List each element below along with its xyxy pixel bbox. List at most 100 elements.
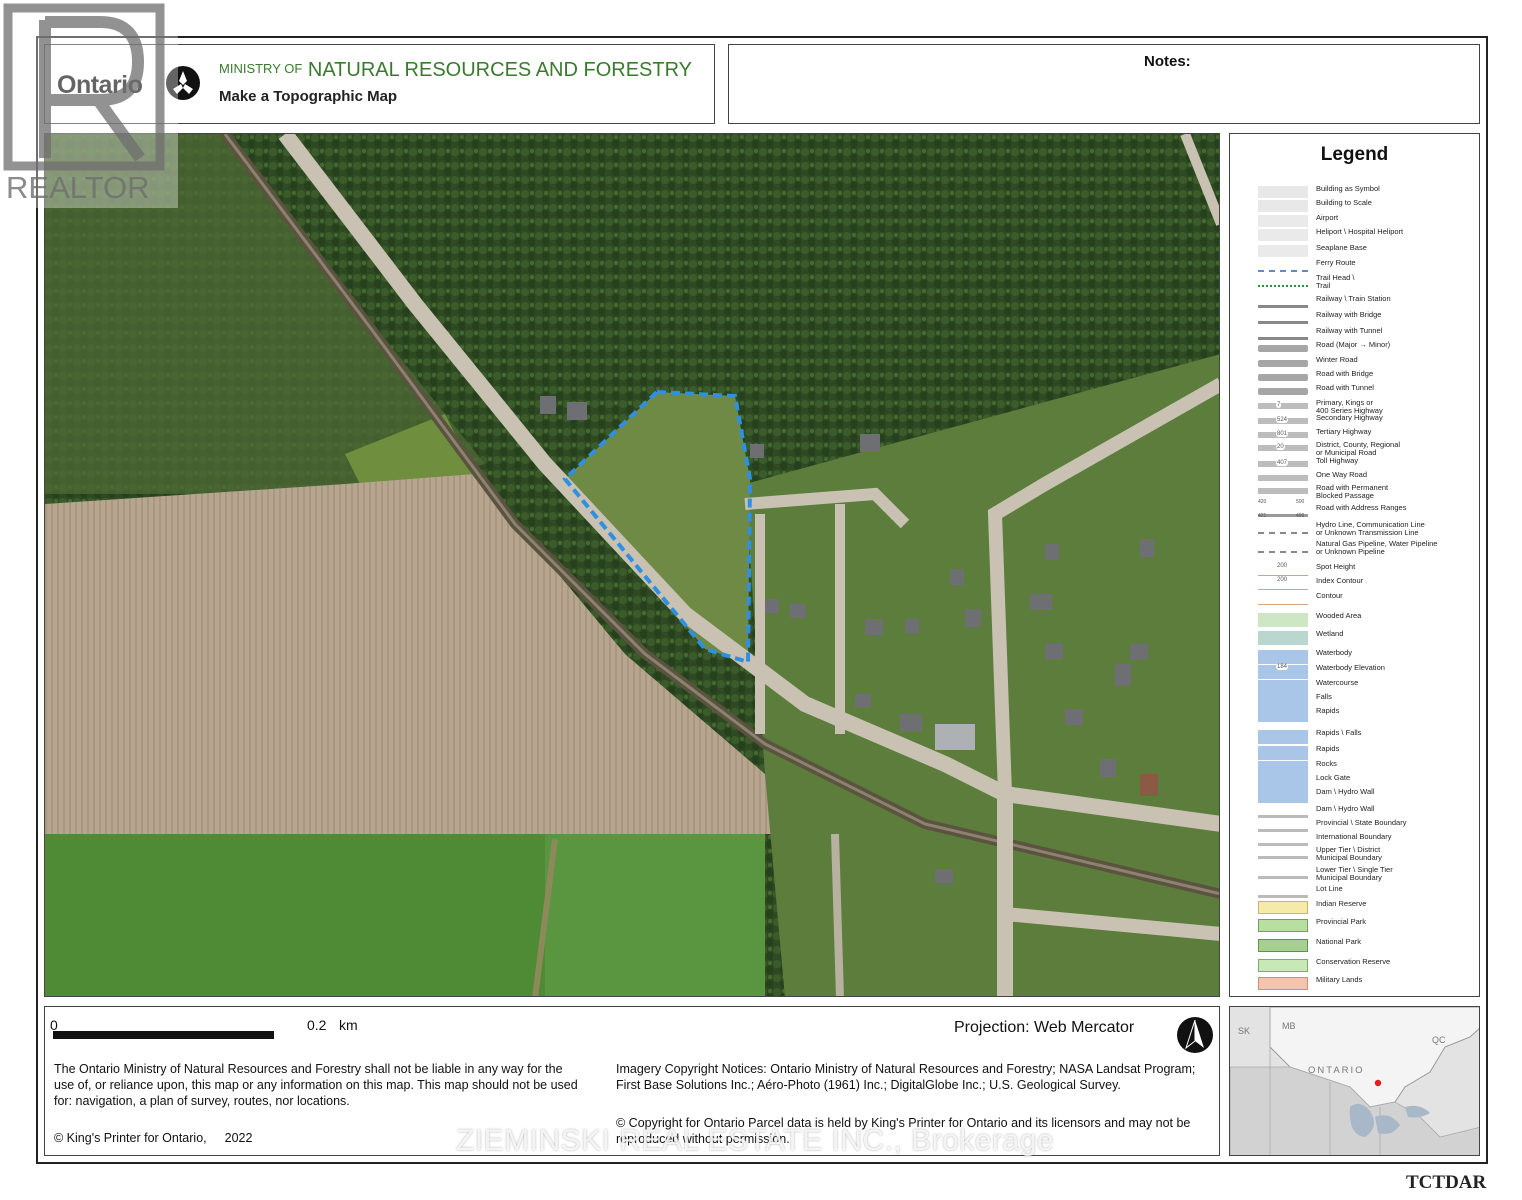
legend-label: Ferry Route [1316,258,1356,267]
imagery-notice: Imagery Copyright Notices: Ontario Minis… [616,1062,1196,1092]
legend-item: Building to Scale [1258,199,1473,214]
legend-item: 184 Waterbody Elevation [1258,664,1473,679]
legend-item: Railway with Bridge [1258,310,1473,326]
copyright-year: 2022 [224,1131,253,1145]
legend-symbol-icon [1258,746,1308,760]
legend-label: Lock Gate [1316,773,1351,782]
legend-label: Wetland [1316,629,1344,638]
legend-symbol-icon: 407 [1258,460,1308,467]
legend-label: Watercourse [1316,678,1359,687]
legend-symbol-icon [1258,886,1308,898]
realtor-text: REALTOR [6,170,150,205]
legend-symbol-icon [1258,388,1308,395]
legend-item: Wetland [1258,629,1473,645]
legend-label: Road with Tunnel [1316,383,1374,392]
legend-label: Waterbody [1316,648,1352,657]
legend-symbol-icon [1258,730,1308,744]
aerial-map[interactable] [44,133,1220,997]
legend-symbol-icon [1258,806,1308,818]
legend-item: Rocks [1258,760,1473,775]
legend-symbol-icon [1258,867,1308,879]
ministry-title: NATURAL RESOURCES AND FORESTRY [307,59,693,81]
legend-item: Lot Line [1258,884,1473,900]
page-title: Make a Topographic Map [219,88,398,105]
legend-symbol-icon: 524 [1258,417,1308,424]
ministry-prefix: MINISTRY OF [219,61,303,76]
legend-symbol-label: 801 [1276,431,1289,437]
legend-item: Wooded Area [1258,612,1473,627]
legend-item: Railway \ Train Station [1258,294,1473,310]
legend-item: Hydro Line, Communication Line or Unknow… [1258,521,1473,537]
location-marker [1374,1079,1382,1087]
locator-map[interactable]: SK MB QC ONTARIO [1229,1006,1480,1156]
mb-label: MB [1282,1021,1296,1031]
legend-item: Falls [1258,692,1473,708]
legend-symbol-icon [1258,650,1308,664]
legend-symbol-icon [1258,541,1308,553]
legend-label: Provincial \ State Boundary [1316,818,1407,827]
legend-symbol-icon [1258,488,1308,494]
legend-symbol-icon [1258,708,1308,722]
legend-symbol-icon: 200 [1258,563,1308,576]
legend-label: Index Contour [1316,576,1364,585]
legend-item: Trail Head \ Trail [1258,274,1473,290]
legend-label: Rapids \ Falls [1316,728,1362,737]
legend-symbol-icon [1258,680,1308,694]
legend-label: Railway \ Train Station [1316,294,1391,303]
legend-label: Upper Tier \ District Municipal Boundary [1316,845,1382,862]
legend-symbol-label: 184 [1276,664,1289,670]
legend-symbol-icon [1258,229,1308,241]
locator-map-graphic: SK MB QC ONTARIO [1230,1007,1479,1155]
legend-symbol-icon [1258,919,1308,932]
legend-item: 20 District, County, Regional or Municipa… [1258,441,1473,457]
legend-address-range: 420 [1258,499,1267,505]
aerial-imagery [45,134,1219,996]
legend-label: Provincial Park [1316,917,1367,926]
legend-item: 200 Index Contour [1258,576,1473,592]
legend-title: Legend [1320,144,1389,165]
brokerage-watermark: ZIEMINSKI REAL ESTATE INC., Brokerage [456,1124,1055,1157]
scale-end: 0.2 [307,1017,327,1033]
legend-item: 420 500 421 499 Road with Address Ranges [1258,499,1473,519]
legend-item: Waterbody [1258,648,1473,664]
legend-symbol-icon [1258,245,1308,257]
legend-item: Provincial Park [1258,917,1473,933]
legend-address-range: 500 [1296,499,1305,505]
legend-symbol-icon [1258,200,1308,212]
legend-label: Contour [1316,591,1343,600]
legend-label: Falls [1316,692,1332,701]
projection-label: Projection: Web Mercator [954,1019,1135,1036]
legend-label: Building as Symbol [1316,184,1380,193]
legend-item: 200 Spot Height [1258,563,1473,578]
legend-item: Ferry Route [1258,258,1473,274]
legend-symbol-icon [1258,260,1308,272]
legend-panel: Legend Building as Symbol Building to Sca… [1229,133,1480,997]
north-arrow-icon [1177,1017,1213,1053]
legend-symbol-icon [1258,328,1308,340]
realtor-watermark: REALTOR [0,0,178,208]
legend-item: Road with Permanent Blocked Passage [1258,484,1473,500]
legend-item: Heliport \ Hospital Heliport [1258,228,1473,243]
legend-label: Winter Road [1316,355,1358,364]
legend-symbol-icon [1258,901,1308,914]
legend-symbol-label: 7 [1276,402,1282,408]
legend-symbol-icon [1258,345,1308,352]
legend-item: National Park [1258,938,1473,953]
legend-symbol-icon: 420 500 421 499 [1258,499,1308,519]
notes-box[interactable]: Notes: [728,44,1480,124]
legend-item: Rapids \ Falls [1258,728,1473,744]
legend-symbol-label: 20 [1276,444,1285,450]
legend-symbol-icon [1258,275,1308,287]
notes-label: Notes: [1144,53,1191,70]
copyright-text: © King's Printer for Ontario, 2022 [54,1131,252,1145]
legend-symbol-icon [1258,593,1308,605]
legend-symbol-icon [1258,977,1308,990]
legend-item: Conservation Reserve [1258,958,1473,973]
legend-item: Seaplane Base [1258,244,1473,259]
legend-label: Road (Major → Minor) [1316,340,1391,349]
legend-symbol-icon [1258,312,1308,324]
legend-item: Rapids [1258,707,1473,722]
ministry-name: MINISTRY OF NATURAL RESOURCES AND FOREST… [219,59,692,82]
legend-label: Railway with Bridge [1316,310,1382,319]
legend-label: Lot Line [1316,884,1343,893]
